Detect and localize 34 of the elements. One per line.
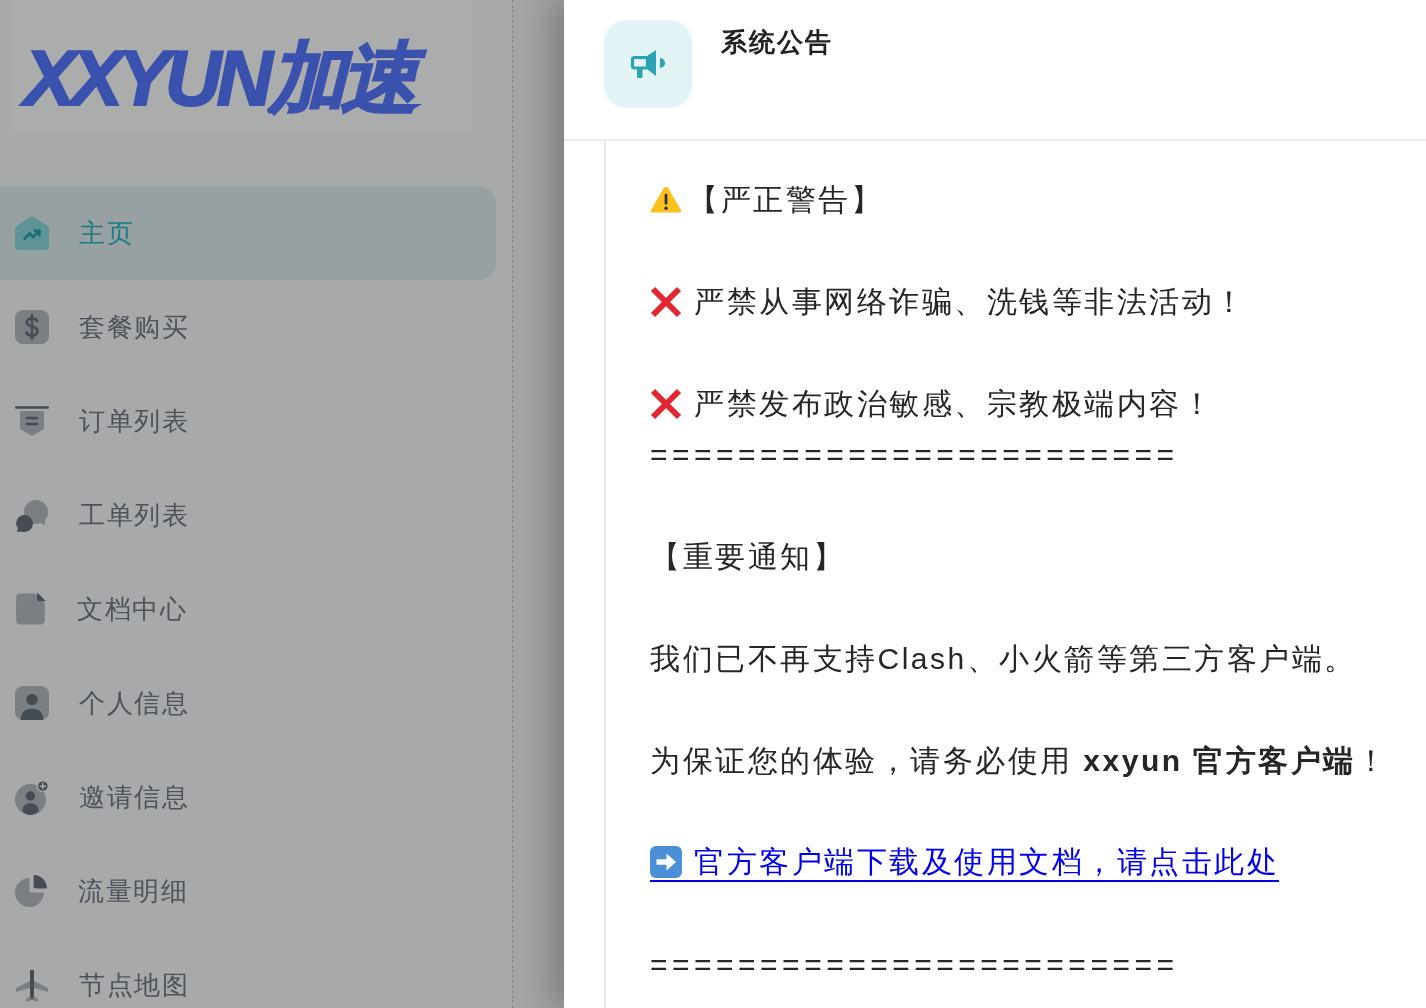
person-square-icon (15, 686, 49, 720)
separator-text: ======================== (650, 437, 1179, 473)
notice-text: 严禁从事网络诈骗、洗钱等非法活动！ (694, 284, 1247, 320)
list-shield-icon (15, 405, 49, 437)
notice-text: 严禁发布政治敏感、宗教极端内容！ (694, 386, 1214, 422)
download-docs-link[interactable]: 官方客户端下载及使用文档，请点击此处 (650, 843, 1279, 882)
pie-chart-icon (15, 875, 48, 907)
dialog-title: 系统公告 (721, 26, 833, 59)
add-user-icon (15, 779, 49, 815)
logo: XXYUN加速 (16, 28, 422, 128)
cross-icon (650, 285, 682, 318)
separator-text: ======================== (650, 947, 1179, 983)
dollar-icon (15, 310, 49, 344)
cross-icon (650, 387, 682, 420)
notice-text: 【重要通知】 (650, 539, 845, 575)
sidebar-item[interactable]: 流量明细 (0, 844, 496, 938)
sidebar-item[interactable]: 工单列表 (0, 468, 496, 562)
sidebar-item[interactable]: 订单列表 (0, 374, 496, 468)
megaphone-icon (604, 20, 692, 108)
notice-heading: 【严正警告】 (688, 182, 883, 218)
sidebar-item[interactable]: 文档中心 (0, 562, 496, 656)
sidebar-item[interactable]: 主页 (0, 186, 496, 280)
house-chart-icon (15, 216, 49, 250)
sidebar-item[interactable]: 个人信息 (0, 656, 496, 750)
sidebar-item[interactable]: 套餐购买 (0, 280, 496, 374)
document-icon (15, 592, 47, 626)
airplane-icon (15, 968, 49, 1002)
warning-icon (650, 186, 682, 213)
sidebar-item[interactable]: 邀请信息 (0, 750, 496, 844)
chat-bubbles-icon (15, 498, 49, 532)
arrow-right-icon (650, 845, 682, 878)
notice-text: 我们已不再支持Clash、小火箭等第三方客户端。 (650, 641, 1357, 677)
notice-text: 为保证您的体验，请务必使用 xxyun 官方客户端！ (650, 743, 1389, 779)
sidebar-item[interactable]: 节点地图 (0, 938, 496, 1008)
